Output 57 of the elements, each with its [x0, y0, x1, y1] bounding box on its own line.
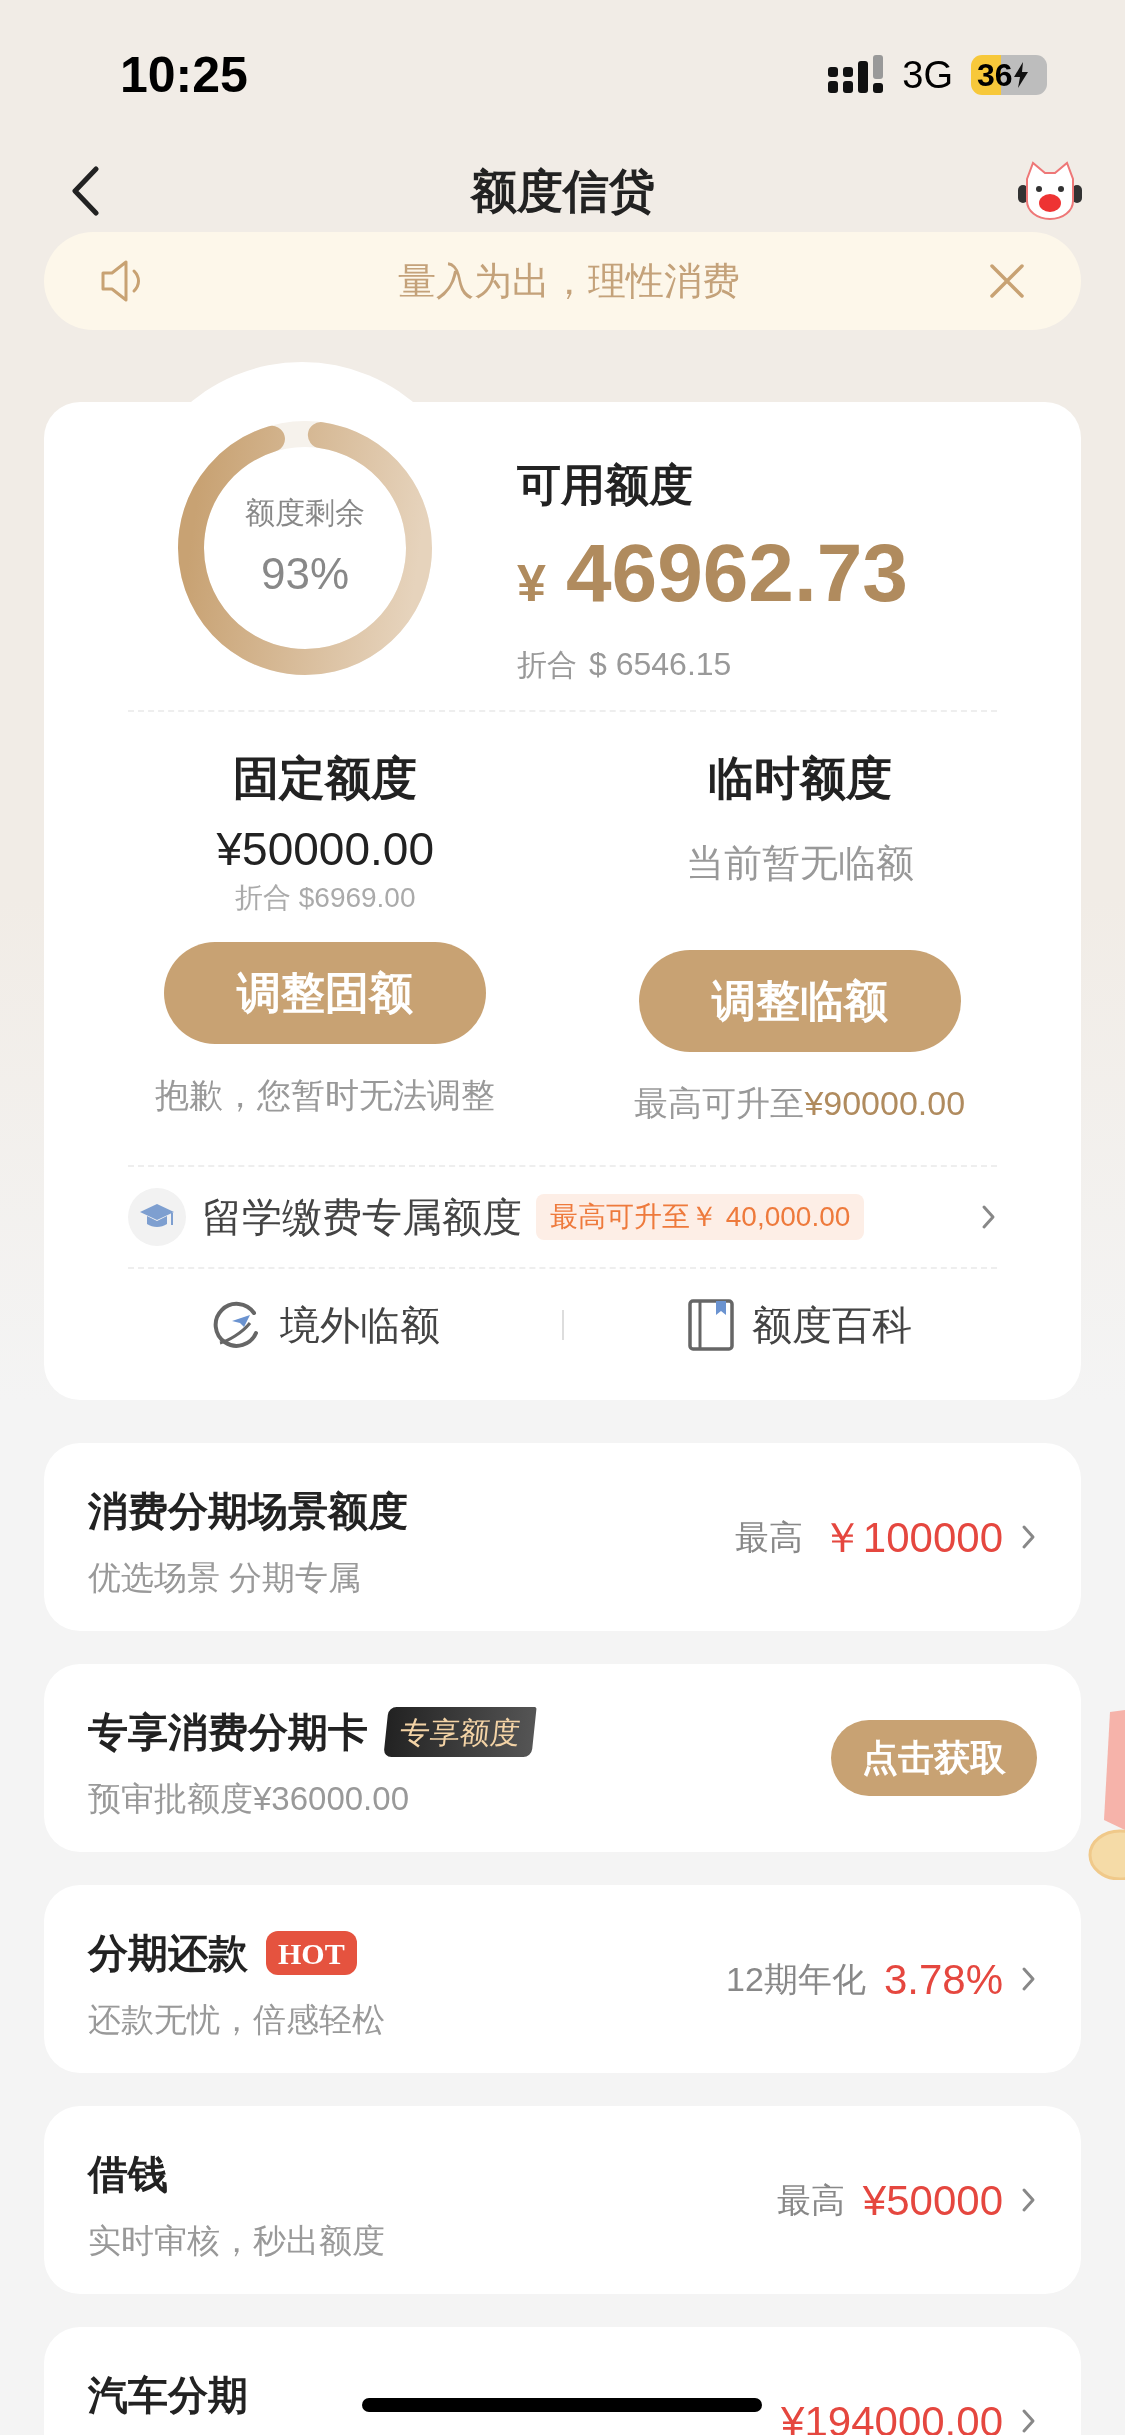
- quota-status: 当前暂无临额: [685, 841, 914, 886]
- product-prefix: 12期年化: [726, 1958, 866, 2000]
- product-badge: HOT: [266, 1931, 357, 1975]
- quick-link-label: 境外临额: [279, 1302, 440, 1349]
- book-icon: [688, 1299, 735, 1351]
- quota-note: 最高可升至¥90000.00: [634, 1083, 966, 1124]
- chevron-right-icon: [1021, 1965, 1037, 1993]
- study-tag: 最高可升至￥ 40,000.00: [536, 1194, 865, 1240]
- available-label: 可用额度: [517, 459, 694, 511]
- graduation-cap-icon: [128, 1188, 186, 1246]
- product-card[interactable]: 消费分期场景额度 优选场景 分期专属 最高 ￥100000: [44, 1443, 1081, 1631]
- study-label: 留学缴费专属额度: [202, 1194, 522, 1241]
- product-subtitle: 实时审核，秒出额度: [88, 2221, 385, 2261]
- ring-label: 额度剩余: [245, 494, 365, 531]
- product-subtitle: 还款无忧，倍感轻松: [88, 2000, 385, 2040]
- chevron-right-icon: [1021, 2186, 1037, 2214]
- chevron-right-icon: [981, 1203, 997, 1231]
- product-card[interactable]: 借钱 实时审核，秒出额度 最高 ¥50000: [44, 2106, 1081, 2294]
- chevron-right-icon: [1021, 2407, 1037, 2435]
- quick-link-label: 额度百科: [752, 1302, 913, 1349]
- product-card[interactable]: 专享消费分期卡 专享额度 预审批额度¥36000.00 点击获取: [44, 1664, 1081, 1852]
- product-value: ¥50000: [862, 2175, 1003, 2226]
- converted-label: 折合: [517, 647, 577, 683]
- back-icon[interactable]: [70, 166, 100, 216]
- ring-percent: 93%: [260, 547, 350, 600]
- product-value: ￥100000: [820, 1512, 1003, 1563]
- product-title: 汽车分期: [88, 2372, 248, 2419]
- product-card[interactable]: 分期还款 HOT 还款无忧，倍感轻松 12期年化 3.78%: [44, 1885, 1081, 2073]
- cat-mascot-icon[interactable]: [1017, 161, 1083, 221]
- quick-link[interactable]: 境外临额: [88, 1295, 562, 1355]
- product-prefix: 最高: [776, 2179, 845, 2221]
- notice-text: 量入为出，理性消费: [397, 258, 740, 304]
- product-title: 分期还款: [88, 1930, 248, 1977]
- product-title: 消费分期场景额度: [88, 1488, 408, 1535]
- status-time: 10:25: [120, 45, 248, 105]
- chevron-right-icon: [1021, 1523, 1037, 1551]
- quick-link[interactable]: 额度百科: [563, 1295, 1037, 1355]
- available-amount: ¥ 46962.73: [517, 532, 908, 620]
- page-title: 额度信贷: [470, 163, 655, 219]
- signal-icon: [828, 55, 885, 95]
- product-subtitle: 预审批额度¥36000.00: [88, 1779, 410, 1819]
- quota-title: 固定额度: [233, 751, 418, 806]
- quota-note: 抱歉，您暂时无法调整: [155, 1075, 496, 1116]
- product-title: 借钱: [88, 2151, 168, 2198]
- quota-converted: 折合 $6969.00: [234, 881, 416, 915]
- product-badge: 专享额度: [383, 1707, 537, 1757]
- product-prefix: 最高: [734, 1516, 803, 1558]
- quota-amount: ¥50000.00: [216, 822, 434, 877]
- battery-indicator: 36: [971, 55, 1047, 95]
- charging-bolt-icon: [1012, 62, 1029, 88]
- product-title: 专享消费分期卡: [88, 1709, 368, 1756]
- network-label: 3G: [902, 52, 953, 98]
- converted-amount: $ 6546.15: [589, 645, 732, 684]
- study-row[interactable]: 留学缴费专属额度 最高可升至￥ 40,000.00: [128, 1167, 997, 1267]
- quota-title: 临时额度: [707, 751, 892, 806]
- product-value: 3.78%: [883, 1954, 1003, 2005]
- product-subtitle: 优选场景 分期专属: [88, 1558, 363, 1598]
